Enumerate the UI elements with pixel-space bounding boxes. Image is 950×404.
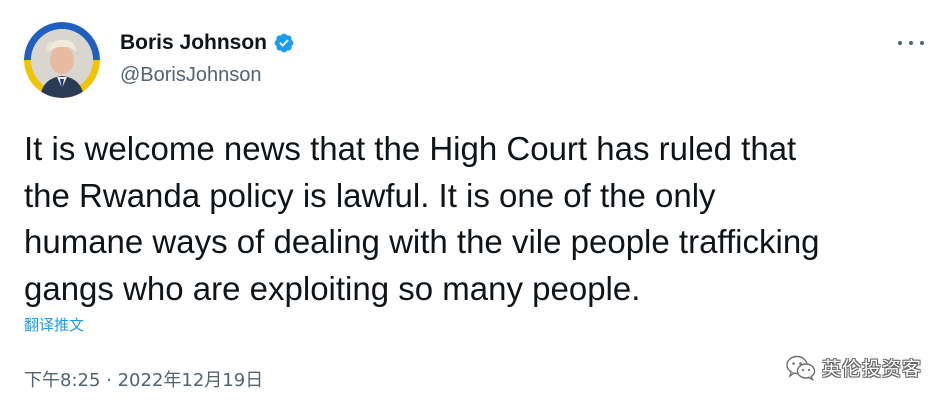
tweet-text-line: It is welcome news that the High Court h… xyxy=(24,130,797,167)
watermark-text: 英伦投资客 xyxy=(821,358,922,380)
tweet-text-line: the Rwanda policy is lawful. It is one o… xyxy=(24,176,716,214)
watermark: 英伦投资客 xyxy=(786,354,922,381)
author-block: Boris Johnson @BorisJohnson xyxy=(120,30,295,87)
tweet-timestamp[interactable]: 下午8:25 · 2022年12月19日 xyxy=(24,366,263,392)
more-options-button[interactable] xyxy=(898,38,924,48)
tweet-text-line: gangs who are exploiting so many people. xyxy=(24,269,641,307)
tweet-card: Boris Johnson @BorisJohnson It is welcom… xyxy=(0,0,950,404)
more-dot-icon xyxy=(909,41,913,45)
translate-tweet-link[interactable]: 翻译推文 xyxy=(24,314,84,335)
wechat-icon xyxy=(786,355,816,381)
author-display-name[interactable]: Boris Johnson xyxy=(120,31,267,55)
author-avatar[interactable] xyxy=(24,22,100,98)
author-handle[interactable]: @BorisJohnson xyxy=(120,64,295,87)
more-dot-icon xyxy=(920,41,924,45)
verified-badge-icon[interactable] xyxy=(273,32,295,54)
tweet-text: It is welcome news that the High Court h… xyxy=(24,126,934,312)
author-name-row: Boris Johnson xyxy=(120,30,295,56)
avatar-image xyxy=(24,22,100,98)
more-dot-icon xyxy=(898,41,902,45)
tweet-text-line: humane ways of dealing with the vile peo… xyxy=(24,223,820,260)
